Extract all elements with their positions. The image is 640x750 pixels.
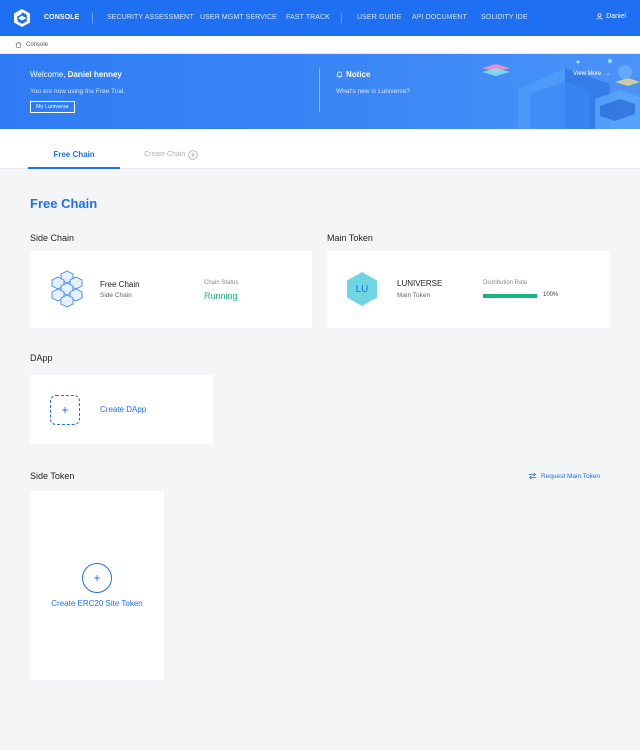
nav-solidity-ide[interactable]: SOLIDITY IDE xyxy=(481,14,528,21)
trial-text: You are now using the Free Trial. xyxy=(30,88,126,95)
nav-user-guide[interactable]: USER GUIDE xyxy=(357,14,402,21)
chain-tabs: Free Chain Create Chain xyxy=(0,141,640,169)
main-token-type: Main Token xyxy=(397,292,431,299)
plus-circle-icon xyxy=(188,150,198,160)
whats-new-link[interactable]: What's new in Luniverse? xyxy=(336,88,410,95)
side-chain-heading: Side Chain xyxy=(30,233,75,243)
page-title: Free Chain xyxy=(30,196,98,211)
bell-icon xyxy=(336,71,343,78)
add-dapp-icon[interactable]: + xyxy=(50,395,80,425)
home-icon[interactable] xyxy=(15,41,22,48)
tab-create-chain-label: Create Chain xyxy=(144,151,186,158)
arrow-right-icon: → xyxy=(604,71,611,77)
side-token-heading: Side Token xyxy=(30,471,75,481)
banner-divider xyxy=(319,68,320,112)
nav-security-assessment[interactable]: SECURITY ASSESSMENT xyxy=(107,14,194,21)
side-chain-type: Side Chain xyxy=(100,292,132,299)
notice-label: Notice xyxy=(346,70,371,79)
nav-user-mgmt-service[interactable]: USER MGMT SERVICE xyxy=(200,14,277,21)
notice-title: Notice xyxy=(336,70,370,79)
isometric-decoration xyxy=(482,59,640,129)
view-more-link[interactable]: View More → xyxy=(573,71,610,77)
exchange-icon xyxy=(528,472,537,480)
nav-console[interactable]: CONSOLE xyxy=(44,14,79,21)
welcome-text: Welcome, Daniel henney xyxy=(30,70,122,79)
tabs-spacer xyxy=(0,129,640,141)
breadcrumb-console[interactable]: Console xyxy=(26,42,48,48)
luniverse-logo-icon[interactable] xyxy=(14,9,30,27)
tab-create-chain[interactable]: Create Chain xyxy=(144,141,198,169)
request-main-token-label: Request Main Token xyxy=(541,472,601,480)
distribution-rate-value: 100% xyxy=(543,292,559,298)
nav-api-document[interactable]: API DOCUMENT xyxy=(412,14,467,21)
welcome-prefix: Welcome, xyxy=(30,70,68,79)
chain-status-label: Chain Status xyxy=(204,280,239,286)
main-token-heading: Main Token xyxy=(327,233,373,243)
add-token-icon[interactable]: + xyxy=(82,563,112,593)
create-dapp-link[interactable]: Create DApp xyxy=(100,405,146,414)
nav-divider xyxy=(92,13,93,23)
distribution-rate-label: Distribution Rate xyxy=(483,280,528,286)
top-nav: CONSOLE SECURITY ASSESSMENT USER MGMT SE… xyxy=(0,0,640,36)
view-more-label: View More xyxy=(573,71,602,77)
welcome-user-name: Daniel henney xyxy=(67,70,122,79)
user-name: Daniel xyxy=(606,13,626,20)
tab-free-chain[interactable]: Free Chain xyxy=(28,141,120,169)
distribution-progress-bar xyxy=(483,294,537,298)
chain-status-value: Running xyxy=(204,291,238,301)
request-main-token-link[interactable]: Request Main Token xyxy=(528,472,600,480)
user-menu[interactable]: Daniel xyxy=(596,13,626,20)
side-chain-card[interactable]: Free Chain Side Chain Chain Status Runni… xyxy=(30,251,312,328)
side-chain-name: Free Chain xyxy=(100,280,140,289)
distribution-progress-fill xyxy=(483,294,537,298)
chain-blocks-icon xyxy=(51,270,83,308)
nav-divider xyxy=(341,13,342,23)
dapp-heading: DApp xyxy=(30,353,53,363)
main-token-name: LUNIVERSE xyxy=(397,279,443,288)
token-symbol: LU xyxy=(355,284,369,295)
user-icon xyxy=(596,13,603,20)
create-erc20-token-link[interactable]: Create ERC20 Site Token xyxy=(30,599,164,608)
my-luniverse-button[interactable]: My Luniverse xyxy=(30,101,75,113)
breadcrumb: Console xyxy=(0,36,640,54)
nav-fast-track[interactable]: FAST TRACK xyxy=(286,14,330,21)
welcome-banner: Welcome, Daniel henney You are now using… xyxy=(0,54,640,129)
